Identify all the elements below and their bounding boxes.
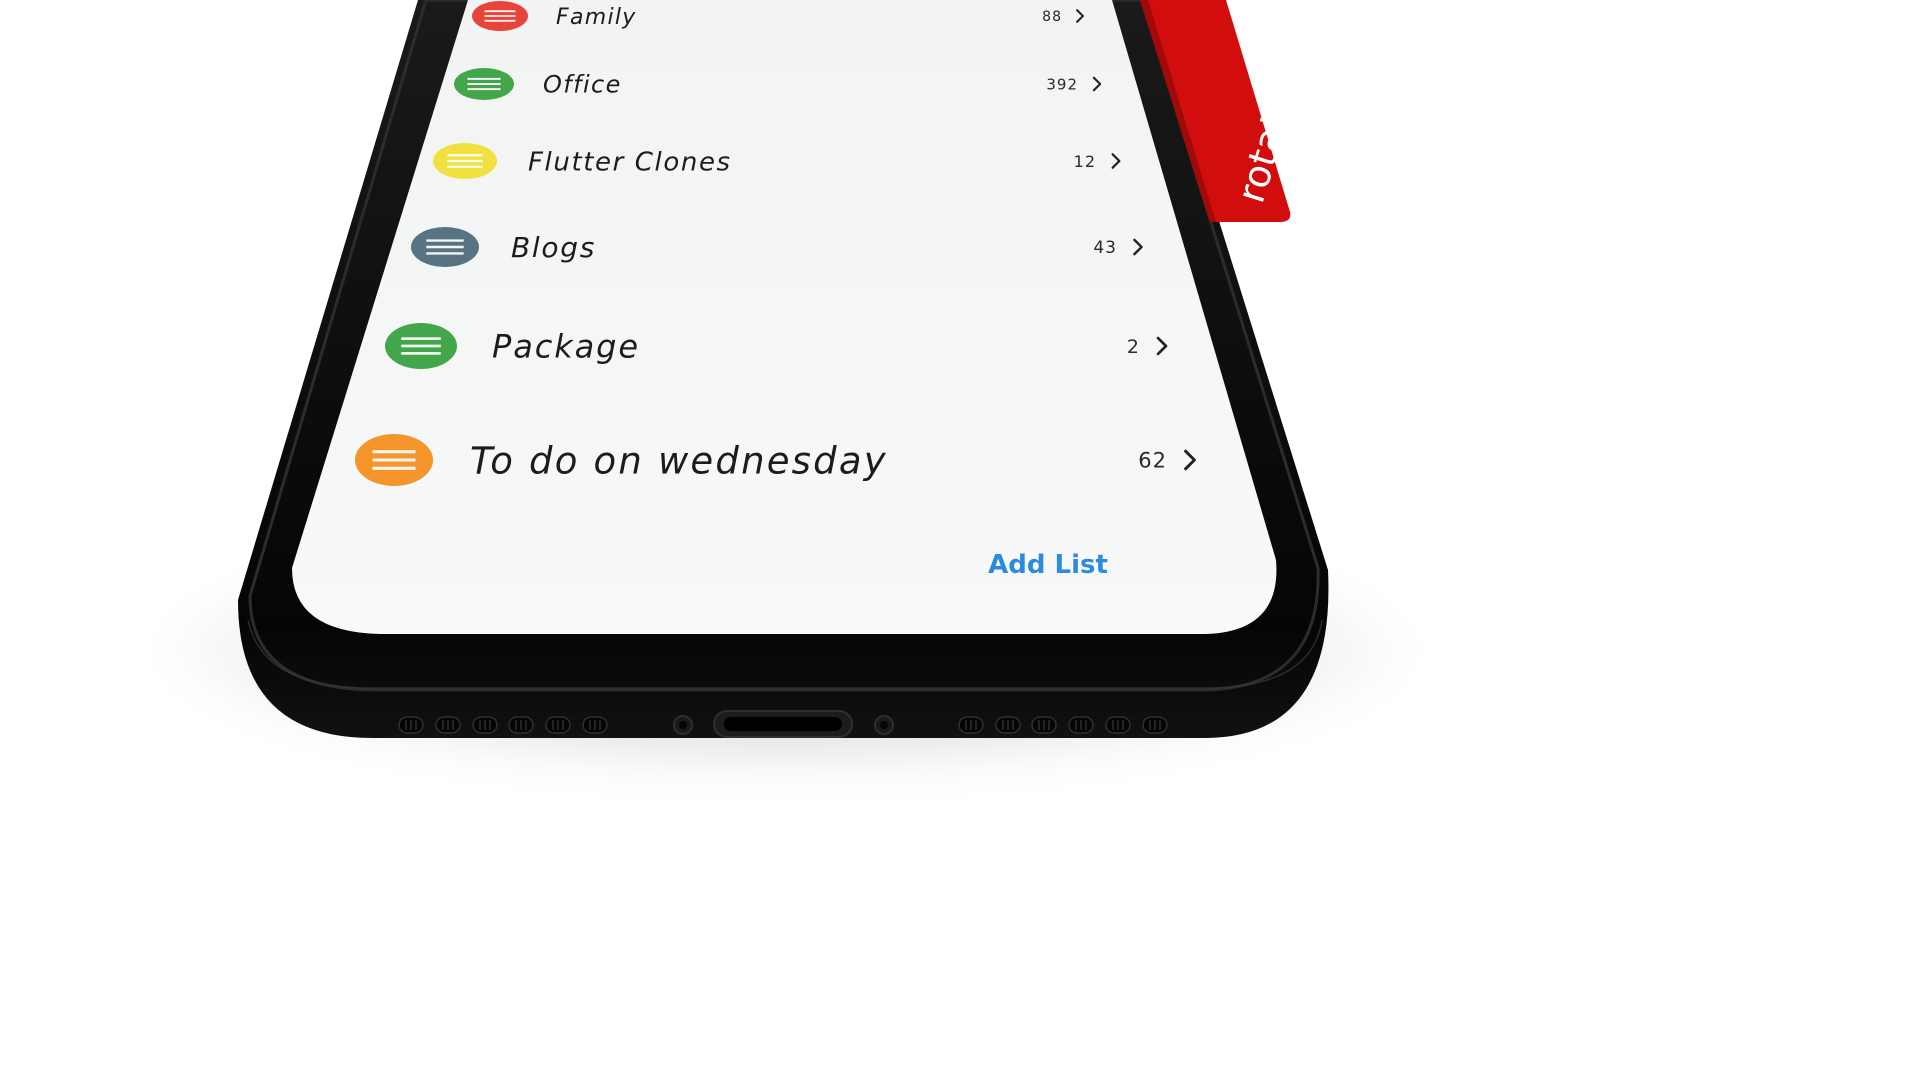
list-item-count: 88 xyxy=(1042,9,1062,25)
list-item-label: Blogs xyxy=(511,231,596,264)
add-list-button[interactable]: Add List xyxy=(988,550,1108,580)
list-item-count: 62 xyxy=(1138,449,1167,473)
list-color-icon xyxy=(385,323,457,369)
list-item-label: To do on wednesday xyxy=(470,439,888,482)
list-item-label: Package xyxy=(492,328,640,366)
phone-mockup: Family 88 Office 392 Flutter Clones 12 Blogs 43… xyxy=(238,0,1345,738)
screw-left xyxy=(673,715,693,735)
list-color-icon xyxy=(355,434,433,486)
list-item-count: 12 xyxy=(1074,152,1096,171)
phone-mockup-scene: Family 88 Office 392 Flutter Clones 12 Blogs 43… xyxy=(0,0,1568,882)
list-color-icon xyxy=(454,68,514,100)
list-item-label: Office xyxy=(543,71,622,99)
list-item-label: Family xyxy=(556,5,637,30)
list-color-icon xyxy=(411,227,479,267)
list-color-icon xyxy=(472,1,528,31)
list-item-count: 43 xyxy=(1093,238,1117,258)
charging-port xyxy=(713,710,853,738)
screw-right xyxy=(874,715,894,735)
list-item-label: Flutter Clones xyxy=(528,147,732,177)
list-item-count: 392 xyxy=(1046,75,1078,93)
list-item-count: 2 xyxy=(1127,336,1140,358)
screen xyxy=(292,0,1277,634)
list-color-icon xyxy=(433,143,497,179)
